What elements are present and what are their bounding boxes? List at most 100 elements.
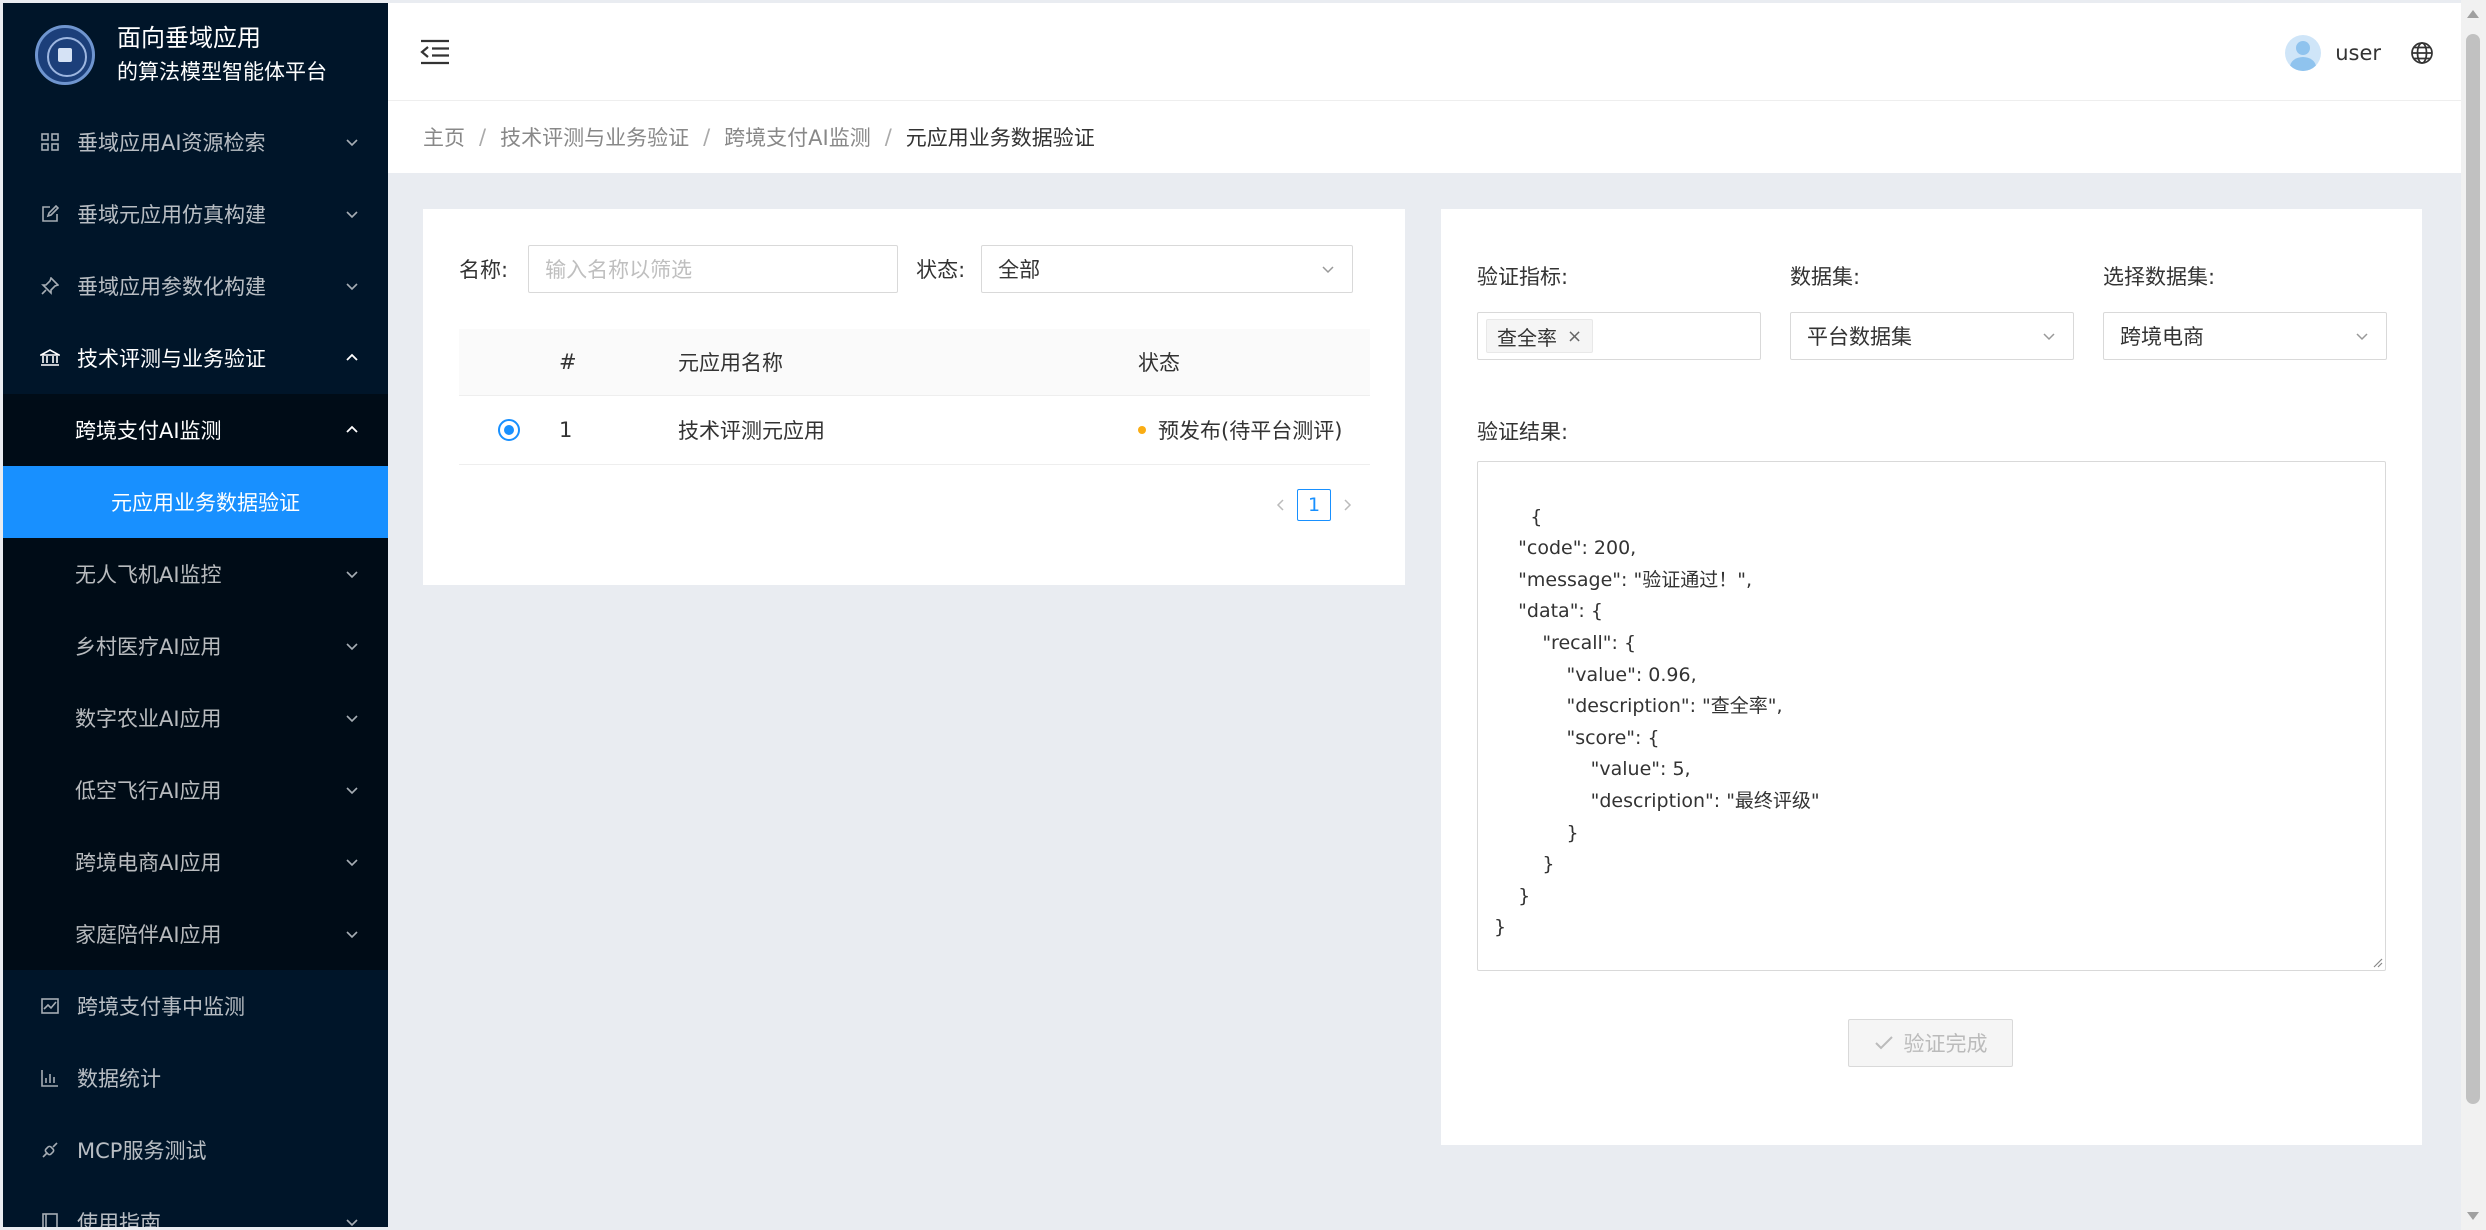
scrollbar-thumb[interactable] [2466, 34, 2480, 1104]
logo-seal-icon [35, 24, 95, 85]
chevron-down-icon [346, 787, 358, 795]
sidebar-item-label: MCP服务测试 [77, 1139, 207, 1163]
row-select-radio[interactable] [498, 419, 520, 441]
name-filter-placeholder: 输入名称以筛选 [545, 258, 693, 282]
result-text: { "code": 200, "message": "验证通过！", "data… [1494, 505, 1820, 939]
sidebar-item-digital-agriculture[interactable]: 数字农业AI应用 [3, 682, 388, 754]
dataset-value: 平台数据集 [1807, 325, 1912, 349]
column-header-name: 元应用名称 [678, 351, 783, 375]
platform-title-line2: 的算法模型智能体平台 [117, 59, 327, 84]
page-scrollbar[interactable] [2461, 0, 2486, 1230]
platform-title-line1: 面向垂域应用 [117, 23, 261, 52]
sidebar-item-label: 垂域元应用仿真构建 [77, 203, 266, 227]
verification-card: 验证指标: 数据集: 选择数据集: 查全率 × 平台数据集 跨境电商 验证结果:… [1441, 209, 2422, 1145]
verify-done-label: 验证完成 [1903, 1032, 1988, 1056]
menu-fold-icon[interactable] [420, 39, 450, 65]
chevron-down-icon [2356, 333, 2368, 341]
chevron-down-icon [346, 139, 358, 147]
sidebar-item-home-companion[interactable]: 家庭陪伴AI应用 [3, 898, 388, 970]
chevron-down-icon [346, 715, 358, 723]
status-dot-icon [1138, 426, 1146, 434]
sidebar-item-label: 元应用业务数据验证 [111, 491, 300, 515]
chevron-down-icon [346, 211, 358, 219]
sidebar-item-user-guide[interactable]: 使用指南 [3, 1186, 388, 1227]
result-label: 验证结果: [1477, 420, 1569, 444]
sidebar-item-payment-monitor[interactable]: 跨境支付事中监测 [3, 970, 388, 1042]
api-icon [39, 1139, 61, 1161]
sidebar-item-parametric-build[interactable]: 垂域应用参数化构建 [3, 250, 388, 322]
sidebar-item-drone-monitor[interactable]: 无人飞机AI监控 [3, 538, 388, 610]
breadcrumb-current: 元应用业务数据验证 [905, 126, 1095, 150]
sidebar-item-label: 使用指南 [77, 1211, 161, 1227]
column-header-index: # [559, 350, 577, 374]
bank-icon [39, 347, 61, 369]
sidebar: 面向垂域应用 的算法模型智能体平台 垂域应用AI资源检索 垂域元应用仿真构建 垂… [3, 3, 388, 1227]
page-number-button[interactable]: 1 [1297, 489, 1331, 521]
table-row[interactable]: 1 技术评测元应用 预发布(待平台测评) [459, 396, 1370, 465]
sidebar-item-business-data-verify[interactable]: 元应用业务数据验证 [3, 466, 388, 538]
metric-tag: 查全率 × [1486, 319, 1594, 353]
sidebar-item-label: 乡村医疗AI应用 [75, 635, 222, 659]
breadcrumb-tech-eval[interactable]: 技术评测与业务验证 [500, 122, 689, 152]
app-frame: 面向垂域应用 的算法模型智能体平台 垂域应用AI资源检索 垂域元应用仿真构建 垂… [0, 0, 2486, 1230]
metric-tag-label: 查全率 [1497, 325, 1557, 350]
submenu-tech-eval: 跨境支付AI监测 元应用业务数据验证 无人飞机AI监控 乡村医疗AI应用 数字农… [3, 394, 388, 970]
dataset-label: 数据集: [1790, 265, 1861, 289]
prev-page-button[interactable] [1271, 490, 1291, 520]
sidebar-item-mcp-test[interactable]: MCP服务测试 [3, 1114, 388, 1186]
sidebar-item-cross-border-payment[interactable]: 跨境支付AI监测 [3, 394, 388, 466]
pushpin-icon [39, 275, 61, 297]
sidebar-item-resource-search[interactable]: 垂域应用AI资源检索 [3, 106, 388, 178]
breadcrumb-separator: / [479, 125, 487, 149]
app-list-card: 名称: 输入名称以筛选 状态: 全部 # 元应用名称 状态 1 技术评测元应用 [423, 209, 1405, 585]
chevron-left-icon [1276, 499, 1284, 511]
close-icon[interactable]: × [1567, 326, 1582, 347]
choose-dataset-value: 跨境电商 [2120, 325, 2204, 349]
book-icon [39, 1211, 61, 1227]
sidebar-item-rural-medical[interactable]: 乡村医疗AI应用 [3, 610, 388, 682]
breadcrumb-home[interactable]: 主页 [423, 122, 465, 152]
sidebar-item-tech-eval[interactable]: 技术评测与业务验证 [3, 322, 388, 394]
sidebar-item-cross-border-ecommerce[interactable]: 跨境电商AI应用 [3, 826, 388, 898]
sidebar-item-label: 跨境电商AI应用 [75, 851, 222, 875]
status-filter-value: 全部 [998, 258, 1041, 282]
name-filter-label: 名称: [459, 258, 509, 282]
chevron-right-icon [1344, 499, 1352, 511]
dataset-select[interactable]: 平台数据集 [1790, 312, 2074, 360]
scroll-up-icon[interactable] [2467, 10, 2479, 18]
column-header-status: 状态 [1138, 351, 1180, 375]
globe-icon[interactable] [2410, 41, 2434, 65]
chevron-down-icon [346, 571, 358, 579]
resize-handle-icon[interactable] [2371, 956, 2383, 968]
chevron-up-icon [346, 353, 358, 361]
user-menu[interactable]: user [2285, 35, 2381, 71]
sidebar-item-statistics[interactable]: 数据统计 [3, 1042, 388, 1114]
breadcrumb-payment-monitor[interactable]: 跨境支付AI监测 [724, 122, 871, 152]
next-page-button[interactable] [1337, 490, 1357, 520]
edit-icon [39, 203, 61, 225]
status-filter-select[interactable]: 全部 [981, 245, 1354, 293]
sidebar-item-low-altitude[interactable]: 低空飞行AI应用 [3, 754, 388, 826]
sidebar-item-simulation-build[interactable]: 垂域元应用仿真构建 [3, 178, 388, 250]
choose-dataset-select[interactable]: 跨境电商 [2103, 312, 2387, 360]
check-icon [1874, 1036, 1893, 1050]
breadcrumb-separator: / [703, 125, 711, 149]
table-header: # 元应用名称 状态 [459, 329, 1370, 396]
metric-label: 验证指标: [1477, 265, 1569, 289]
result-textarea[interactable]: { "code": 200, "message": "验证通过！", "data… [1477, 461, 2386, 971]
logo-area[interactable]: 面向垂域应用 的算法模型智能体平台 [3, 3, 388, 106]
chevron-down-icon [346, 931, 358, 939]
user-name: user [2335, 41, 2381, 65]
breadcrumb: 主页 / 技术评测与业务验证 / 跨境支付AI监测 / 元应用业务数据验证 [388, 100, 2461, 173]
metric-multiselect[interactable]: 查全率 × [1477, 312, 1761, 360]
breadcrumb-separator: / [884, 125, 892, 149]
name-filter-input[interactable]: 输入名称以筛选 [528, 245, 899, 293]
sidebar-item-label: 技术评测与业务验证 [77, 347, 266, 371]
verify-done-button[interactable]: 验证完成 [1848, 1019, 2013, 1067]
status-filter-label: 状态: [916, 258, 966, 282]
row-app-name: 技术评测元应用 [678, 419, 825, 443]
pagination: 1 [1271, 489, 1357, 521]
scroll-down-icon[interactable] [2467, 1212, 2479, 1220]
sidebar-item-label: 垂域应用AI资源检索 [77, 131, 266, 155]
sidebar-item-label: 跨境支付事中监测 [77, 995, 245, 1019]
